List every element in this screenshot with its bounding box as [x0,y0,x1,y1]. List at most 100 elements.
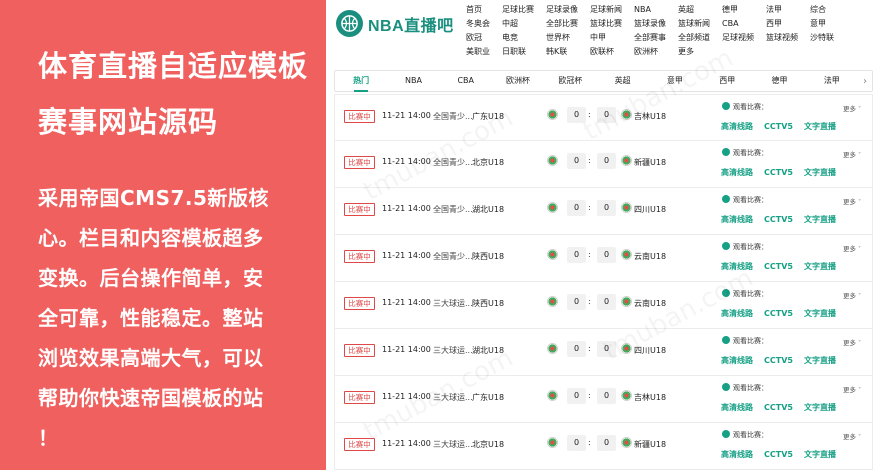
nav-link[interactable]: 篮球新闻 [678,17,710,31]
stream-link[interactable]: 文字直播 [804,122,836,131]
site-logo[interactable]: NBA直播吧 [336,10,454,37]
tab-6[interactable]: 意甲 [649,71,701,91]
stream-link[interactable]: 高清线路 [721,403,753,412]
away-team[interactable]: 吉林U18 [634,392,666,403]
tab-3[interactable]: 欧洲杯 [492,71,544,91]
stream-link[interactable]: 高清线路 [721,356,753,365]
match-league[interactable]: 三大球运... [433,345,473,356]
nav-link[interactable]: 首页 [466,3,490,17]
stream-link[interactable]: 文字直播 [804,215,836,224]
nav-link[interactable]: 更多 [678,45,710,59]
home-team[interactable]: 广东U18 [472,111,504,122]
home-team[interactable]: 广东U18 [472,392,504,403]
away-team[interactable]: 四川U18 [634,204,666,215]
nav-link[interactable]: 日职联 [502,45,534,59]
nav-link[interactable]: 全部比赛 [546,17,578,31]
more-button[interactable]: 更多 ˅ [843,384,861,394]
stream-link[interactable]: 高清线路 [721,168,753,177]
nav-link[interactable]: NBA [634,3,666,17]
tab-0[interactable]: 热门 [335,71,387,92]
nav-link[interactable]: 英超 [678,3,710,17]
nav-link[interactable]: 足球录像 [546,3,578,17]
tab-2[interactable]: CBA [440,71,492,91]
stream-link[interactable]: 高清线路 [721,262,753,271]
home-team[interactable]: 陕西U18 [472,251,504,262]
nav-link[interactable]: 德甲 [722,3,754,17]
home-team[interactable]: 湖北U18 [472,204,504,215]
away-team[interactable]: 新疆U18 [634,439,666,450]
nav-link[interactable]: 欧冠 [466,31,490,45]
stream-link[interactable]: 高清线路 [721,122,753,131]
stream-link[interactable]: 文字直播 [804,168,836,177]
tab-7[interactable]: 西甲 [701,71,753,91]
nav-link[interactable]: 篮球视频 [766,31,798,45]
match-league[interactable]: 全国青少... [433,204,473,215]
away-team[interactable]: 新疆U18 [634,157,666,168]
nav-link[interactable]: 综合 [810,3,834,17]
stream-link[interactable]: 文字直播 [804,356,836,365]
nav-link[interactable]: 篮球录像 [634,17,666,31]
stream-link[interactable]: CCTV5 [764,450,793,459]
nav-link[interactable]: 足球新闻 [590,3,622,17]
stream-link[interactable]: CCTV5 [764,403,793,412]
nav-link[interactable]: 中超 [502,17,534,31]
tab-1[interactable]: NBA [387,71,439,91]
more-button[interactable]: 更多 ˅ [843,149,861,159]
tab-8[interactable]: 德甲 [753,71,805,91]
home-team[interactable]: 北京U18 [472,439,504,450]
nav-link[interactable]: 意甲 [810,17,834,31]
nav-link[interactable]: 电竞 [502,31,534,45]
nav-link[interactable]: 冬奥会 [466,17,490,31]
match-league[interactable]: 三大球运... [433,439,473,450]
more-button[interactable]: 更多 ˅ [843,337,861,347]
away-team[interactable]: 云南U18 [634,298,666,309]
nav-link[interactable]: 欧联杯 [590,45,622,59]
stream-link[interactable]: CCTV5 [764,356,793,365]
stream-link[interactable]: 高清线路 [721,215,753,224]
stream-link[interactable]: 文字直播 [804,309,836,318]
stream-link[interactable]: CCTV5 [764,215,793,224]
stream-link[interactable]: CCTV5 [764,168,793,177]
nav-link[interactable]: 美职业 [466,45,490,59]
more-button[interactable]: 更多 ˅ [843,196,861,206]
home-team[interactable]: 北京U18 [472,157,504,168]
tab-4[interactable]: 欧冠杯 [544,71,596,91]
nav-link[interactable]: CBA [722,17,754,31]
nav-link[interactable]: 欧洲杯 [634,45,666,59]
nav-link[interactable]: 中甲 [590,31,622,45]
away-team[interactable]: 云南U18 [634,251,666,262]
stream-link[interactable]: 文字直播 [804,450,836,459]
match-league[interactable]: 全国青少... [433,251,473,262]
tab-next-arrow-icon[interactable]: › [858,76,872,87]
nav-link[interactable]: 西甲 [766,17,798,31]
match-league[interactable]: 三大球运... [433,298,473,309]
nav-link[interactable]: 法甲 [766,3,798,17]
nav-link[interactable]: 全部频道 [678,31,710,45]
match-league[interactable]: 三大球运... [433,392,473,403]
nav-link[interactable]: 沙特联 [810,31,834,45]
nav-link[interactable]: 足球视频 [722,31,754,45]
more-button[interactable]: 更多 ˅ [843,243,861,253]
home-team[interactable]: 陕西U18 [472,298,504,309]
nav-link[interactable]: 篮球比赛 [590,17,622,31]
nav-link[interactable]: 全部赛事 [634,31,666,45]
stream-link[interactable]: CCTV5 [764,309,793,318]
nav-link[interactable]: 韩K联 [546,45,578,59]
away-team[interactable]: 吉林U18 [634,111,666,122]
stream-link[interactable]: CCTV5 [764,262,793,271]
match-league[interactable]: 全国青少... [433,111,473,122]
stream-link[interactable]: 文字直播 [804,262,836,271]
nav-link[interactable]: 世界杯 [546,31,578,45]
more-button[interactable]: 更多 ˅ [843,103,861,113]
nav-link[interactable]: 足球比赛 [502,3,534,17]
stream-link[interactable]: 高清线路 [721,450,753,459]
stream-link[interactable]: 文字直播 [804,403,836,412]
more-button[interactable]: 更多 ˅ [843,290,861,300]
tab-9[interactable]: 法甲 [806,71,858,91]
stream-link[interactable]: 高清线路 [721,309,753,318]
stream-link[interactable]: CCTV5 [764,122,793,131]
home-team[interactable]: 湖北U18 [472,345,504,356]
more-button[interactable]: 更多 ˅ [843,431,861,441]
match-league[interactable]: 全国青少... [433,157,473,168]
away-team[interactable]: 四川U18 [634,345,666,356]
